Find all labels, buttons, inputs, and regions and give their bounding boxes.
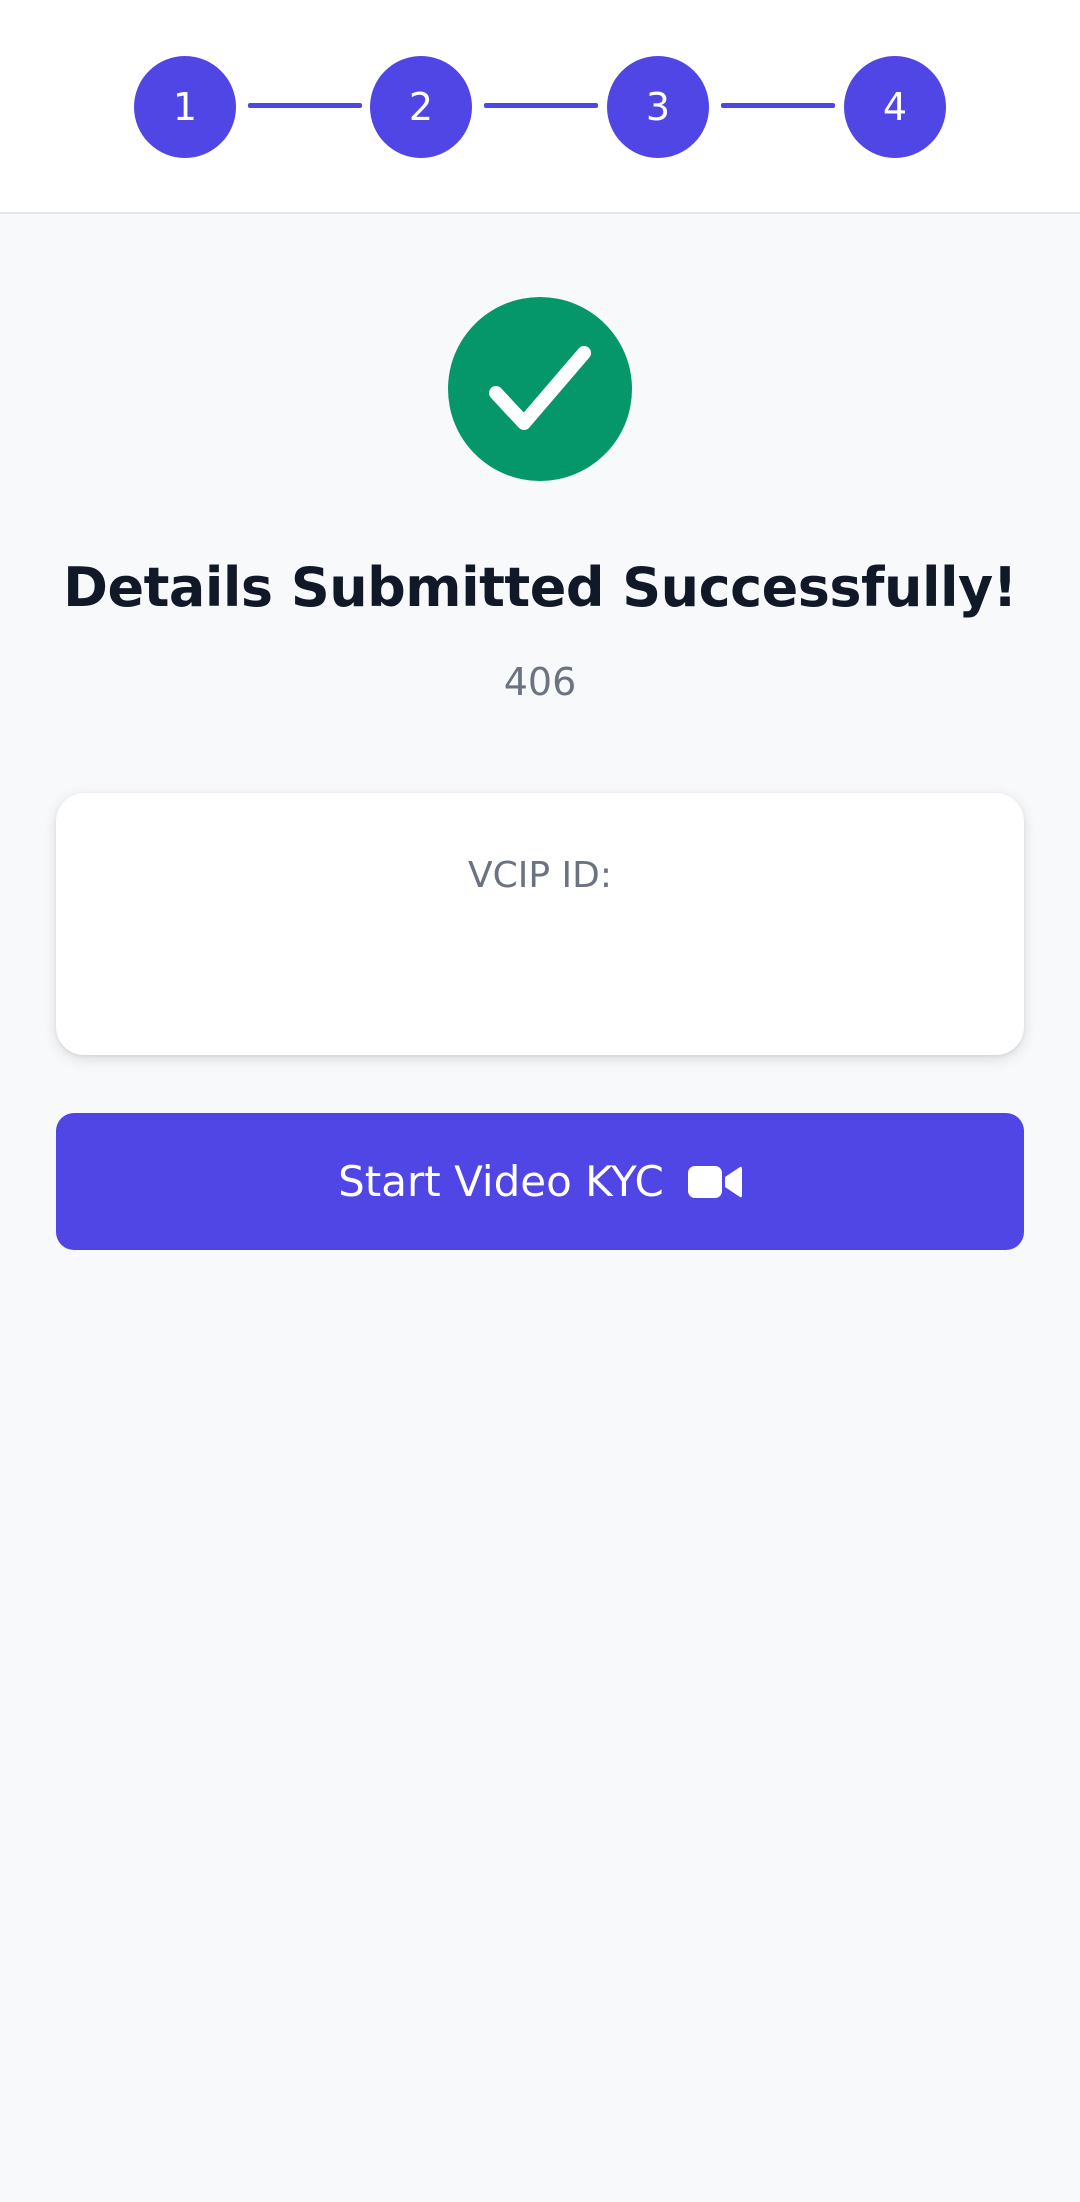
video-camera-icon [687,1164,742,1200]
step-connector-2-3 [484,103,598,108]
step-2: 2 [370,56,472,158]
step-3: 3 [607,56,709,158]
step-4: 4 [844,56,946,158]
vcip-id-label: VCIP ID: [468,855,612,896]
success-check-icon [448,297,632,481]
vcip-id-value [56,923,1024,969]
start-video-kyc-button[interactable]: Start Video KYC [56,1113,1024,1250]
start-video-kyc-label: Start Video KYC [338,1157,664,1206]
page-title: Details Submitted Successfully! [63,556,1017,619]
vcip-id-card: VCIP ID: [56,793,1024,1055]
step-connector-1-2 [248,103,362,108]
step-1: 1 [134,56,236,158]
check-icon [489,346,591,430]
step-connector-3-4 [721,103,835,108]
status-code: 406 [503,660,577,704]
stepper-bar: 1 2 3 4 [0,0,1080,214]
